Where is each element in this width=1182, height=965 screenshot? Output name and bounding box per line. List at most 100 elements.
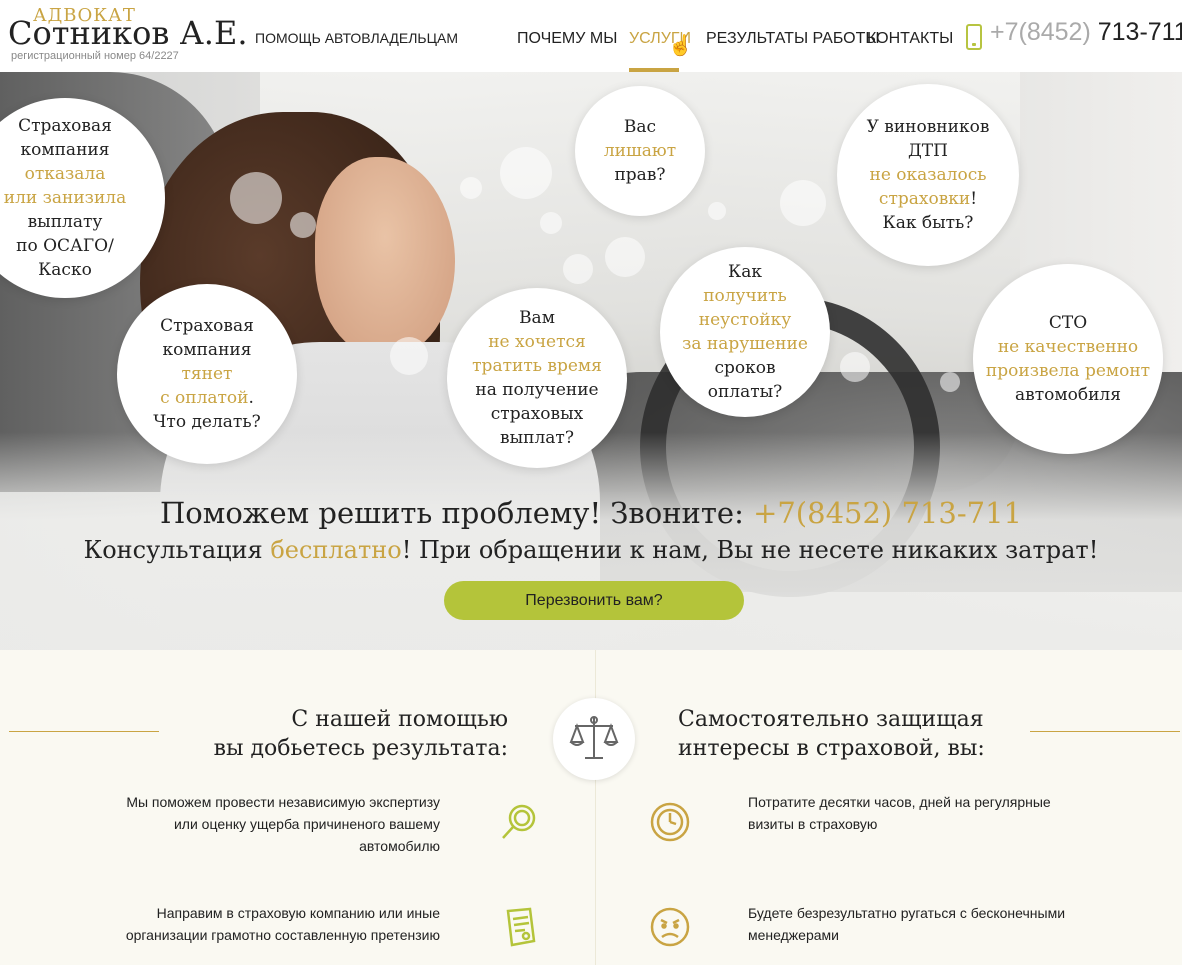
nav-active-indicator bbox=[629, 68, 679, 72]
phone-prefix: +7(8452) bbox=[990, 18, 1091, 46]
right-title-line-1: Самостоятельно защищая bbox=[678, 707, 984, 732]
decor-dot bbox=[500, 147, 552, 199]
decor-dot bbox=[460, 177, 482, 199]
nav-why-us[interactable]: ПОЧЕМУ МЫ bbox=[517, 30, 617, 48]
bubble-text: Страховая bbox=[18, 116, 112, 136]
bubble-highlight: тянет bbox=[181, 364, 233, 384]
hero-sub-text: Консультация bbox=[83, 536, 271, 564]
decor-dot bbox=[840, 352, 870, 382]
item-text-line: Мы поможем провести независимую эксперти… bbox=[126, 794, 440, 810]
decor-dot bbox=[230, 172, 282, 224]
phone-number: 713-711 bbox=[1097, 18, 1182, 46]
bubble-text: оплаты? bbox=[707, 382, 783, 402]
item-text-line: организации грамотно составленную претен… bbox=[125, 927, 440, 943]
phone-icon bbox=[966, 24, 982, 50]
hand-cursor-icon: ☝ bbox=[668, 35, 693, 57]
bubble-text: Каско bbox=[38, 260, 92, 280]
decor-dot bbox=[780, 180, 826, 226]
item-text-line: или оценку ущерба причиненого вашему bbox=[173, 816, 440, 832]
bubble-text: Как bbox=[728, 262, 762, 282]
decor-dot bbox=[390, 337, 428, 375]
logo-registration: регистрационный номер 64/2227 bbox=[11, 50, 179, 62]
bubble-highlight: лишают bbox=[603, 141, 677, 161]
bubble-text: СТО bbox=[1048, 313, 1088, 333]
hero-sub-text: ! При обращении к нам, Вы не несете ника… bbox=[401, 536, 1099, 564]
left-section-title: С нашей помощью вы добьетесь результата: bbox=[160, 705, 508, 763]
bubble-no-insurance: У виновников ДТП не оказалось страховки!… bbox=[837, 84, 1019, 266]
right-item-managers: Будете безрезультатно ругаться с бесконе… bbox=[748, 902, 1168, 946]
bubble-highlight: произвела ремонт bbox=[985, 361, 1151, 381]
hero-title: Поможем решить проблему! Звоните: +7(845… bbox=[0, 496, 1182, 530]
bubble-text: Вас bbox=[623, 117, 657, 137]
bubble-text: Страховая bbox=[160, 316, 254, 336]
bubble-text: страховых bbox=[490, 404, 584, 424]
hero-title-text: Поможем решить проблему! Звоните: bbox=[160, 496, 754, 530]
logo-name[interactable]: Сотников А.Е. bbox=[8, 14, 248, 52]
comparison-section: С нашей помощью вы добьетесь результата:… bbox=[0, 650, 1182, 965]
callback-button[interactable]: Перезвонить вам? bbox=[444, 581, 744, 620]
header-phone[interactable]: +7(8452) 713-711 bbox=[990, 18, 1182, 47]
left-title-line bbox=[9, 731, 159, 732]
right-section-title: Самостоятельно защищая интересы в страхо… bbox=[678, 705, 1028, 763]
item-text-line: автомобилю bbox=[359, 838, 440, 854]
bubble-text: Что делать? bbox=[153, 412, 261, 432]
bubble-text: выплат? bbox=[500, 428, 574, 448]
scales-icon bbox=[553, 698, 635, 780]
decor-dot bbox=[290, 212, 316, 238]
hero-sub-highlight: бесплатно bbox=[270, 536, 402, 564]
right-item-visits: Потратите десятки часов, дней на регуляр… bbox=[748, 791, 1168, 835]
bubble-text: прав? bbox=[614, 165, 666, 185]
left-item-claim: Направим в страховую компанию или иные о… bbox=[40, 902, 440, 946]
bubble-penalty: Как получить неустойку за нарушение срок… bbox=[660, 247, 830, 417]
bubble-text: ! bbox=[970, 189, 978, 209]
decor-dot bbox=[708, 202, 726, 220]
item-text-line: Потратите десятки часов, дней на регуляр… bbox=[748, 794, 1051, 810]
bubble-no-time: Вам не хочется тратить время на получени… bbox=[447, 288, 627, 468]
bubble-text: компания bbox=[20, 140, 110, 160]
bubble-text: ДТП bbox=[907, 141, 948, 161]
bubble-highlight: не оказалось bbox=[869, 165, 987, 185]
bubble-text: компания bbox=[162, 340, 252, 360]
decor-dot bbox=[605, 237, 645, 277]
right-title-line-2: интересы в страховой, вы: bbox=[678, 736, 985, 761]
bubble-insurance-delay: Страховая компания тянет с оплатой. Что … bbox=[117, 284, 297, 464]
clock-icon bbox=[648, 800, 692, 844]
bubble-highlight: не качественно bbox=[997, 337, 1139, 357]
hero-phone-link[interactable]: +7(8452) 713-711 bbox=[753, 496, 1022, 530]
bubble-text: . bbox=[248, 388, 254, 408]
nav-results[interactable]: РЕЗУЛЬТАТЫ РАБОТЫ bbox=[706, 30, 880, 48]
bubble-highlight: отказала bbox=[24, 164, 106, 184]
left-title-line-1: С нашей помощью bbox=[291, 707, 508, 732]
decor-dot bbox=[563, 254, 593, 284]
bubble-text: выплату bbox=[27, 212, 103, 232]
angry-face-icon bbox=[648, 905, 692, 949]
right-title-line bbox=[1030, 731, 1180, 732]
hero-subtitle: Консультация бесплатно! При обращении к … bbox=[0, 536, 1182, 564]
bubble-highlight: или занизила bbox=[3, 188, 127, 208]
left-title-line-2: вы добьетесь результата: bbox=[213, 736, 508, 761]
item-text-line: визиты в страховую bbox=[748, 816, 878, 832]
document-icon bbox=[498, 905, 542, 949]
nav-help-car-owners[interactable]: ПОМОЩЬ АВТОВЛАДЕЛЬЦАМ bbox=[255, 30, 458, 46]
left-item-expertise: Мы поможем провести независимую эксперти… bbox=[40, 791, 440, 857]
nav-contacts[interactable]: КОНТАКТЫ bbox=[867, 30, 953, 48]
magnifier-icon bbox=[498, 800, 542, 844]
bubble-highlight: страховки bbox=[878, 189, 971, 209]
bubble-text: по ОСАГО/ bbox=[16, 236, 114, 256]
bubble-text: Как быть? bbox=[882, 213, 974, 233]
item-text-line: Направим в страховую компанию или иные bbox=[156, 905, 440, 921]
bubble-text: автомобиля bbox=[1015, 385, 1121, 405]
decor-dot bbox=[540, 212, 562, 234]
hero-section: Страховая компания отказала или занизила… bbox=[0, 72, 1182, 650]
decor-dot bbox=[940, 372, 960, 392]
bubble-text: сроков bbox=[714, 358, 776, 378]
bubble-license: Вас лишают прав? bbox=[575, 86, 705, 216]
bubble-highlight: тратить время bbox=[472, 356, 602, 376]
bubble-highlight: неустойку bbox=[698, 310, 792, 330]
item-text-line: менеджерами bbox=[748, 927, 839, 943]
bubble-highlight: получить bbox=[703, 286, 787, 306]
bubble-text: на получение bbox=[475, 380, 599, 400]
site-header: АДВОКАТ Сотников А.Е. регистрационный но… bbox=[0, 0, 1182, 72]
bubble-highlight: не хочется bbox=[488, 332, 586, 352]
bubble-text: У виновников bbox=[866, 117, 990, 137]
